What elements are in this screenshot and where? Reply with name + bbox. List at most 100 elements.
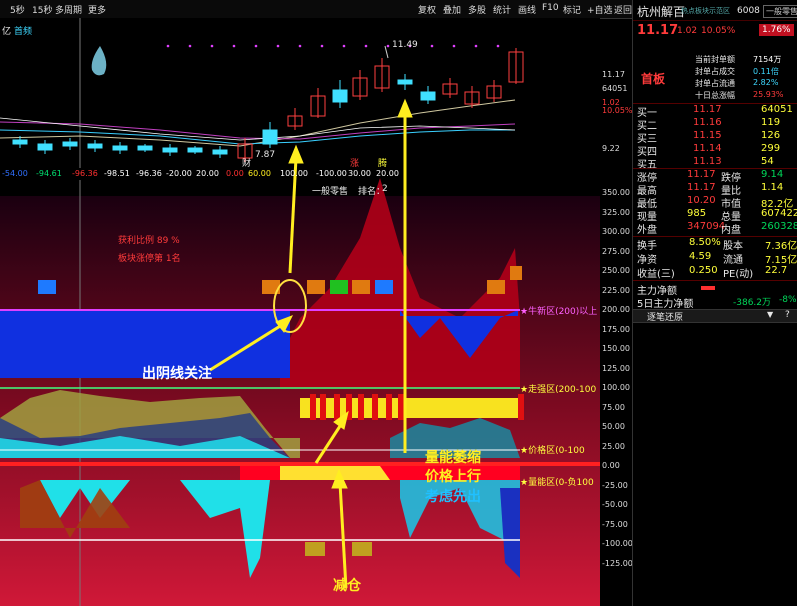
main-net5-value: -386.2万	[733, 298, 772, 308]
indicator-axis-label: 225.00	[602, 285, 630, 295]
indicator-value: -100.00	[316, 169, 347, 178]
seal-row-value: 7154万	[753, 55, 782, 64]
signal-dot	[166, 44, 170, 48]
red-stripe	[358, 394, 364, 420]
indicator-value: 100.00	[280, 169, 308, 178]
signal-dot	[188, 44, 192, 48]
toolbar-item-stats[interactable]: 统计	[493, 3, 511, 16]
toolbar-item-fuquan[interactable]: 复权	[418, 3, 436, 16]
stat-l1: 外盘	[637, 225, 657, 236]
candle-body	[162, 147, 178, 153]
toolbar-item-multi-stock[interactable]: 多股	[468, 3, 486, 16]
seal-row-label: 封单占流通	[695, 79, 735, 88]
help-icon[interactable]: ?	[785, 310, 790, 320]
toolbar-item-draw[interactable]: 画线	[518, 3, 536, 16]
toolbar-item-add-watch[interactable]: +自选	[587, 3, 613, 16]
stat2-l2: 股本	[723, 241, 743, 252]
seal-row-value: 25.93%	[753, 90, 784, 99]
signal-square-green	[330, 280, 348, 294]
collapse-icon[interactable]: ▼	[767, 310, 773, 319]
annotation-yin-line: 出阴线关注	[142, 366, 212, 382]
indicator-value: 20.00	[376, 169, 399, 178]
zone-label-new-high: ★牛新区(200)以上	[520, 307, 598, 317]
candle-body	[397, 79, 413, 85]
candle-body	[112, 145, 128, 151]
seal-row-value: 0.11倍	[753, 67, 779, 76]
red-line-zero	[0, 462, 600, 466]
marker-cai: 财	[242, 159, 252, 169]
indicator-axis-label: 0.00	[602, 461, 620, 470]
toolbar-item-15s[interactable]: 15秒	[32, 3, 52, 16]
yellow-bar-low	[280, 466, 390, 480]
zone-label-volume: ★量能区(0-负100	[520, 478, 594, 488]
stat2-v1: 4.59	[689, 251, 712, 262]
bid-vol: 119	[761, 117, 781, 128]
candle-body	[187, 147, 203, 153]
indicator-axis-label: 175.00	[602, 324, 630, 334]
price-axis-label: 11.17	[602, 70, 625, 79]
bid-vol: 54	[761, 156, 774, 167]
bid-price: 11.16	[693, 117, 722, 128]
industry-tag[interactable]: 一般零售	[763, 5, 797, 18]
indicator-axis-label: 350.00	[602, 188, 630, 197]
zone-label-strong: ★走强区(200-100	[520, 385, 597, 395]
bid-vol: 299	[761, 143, 781, 154]
price-axis-label: 64051	[602, 84, 628, 93]
red-stripe	[518, 394, 524, 420]
toolbar-item-f10[interactable]: F10	[542, 3, 559, 13]
toolbar-item-mark[interactable]: 标记	[563, 3, 581, 16]
seal-row-label: 当前封单额	[695, 55, 735, 64]
seal-row-value: 2.82%	[753, 78, 779, 87]
toolbar-item-overlay[interactable]: 叠加	[443, 3, 461, 16]
indicator-axis-label: -50.00	[602, 500, 628, 509]
annotation-price-up: 价格上行	[425, 469, 481, 485]
candle-body	[62, 141, 78, 147]
signal-dot	[210, 44, 214, 48]
indicator-axis-label: 100.00	[602, 383, 630, 392]
rank-value: 2	[382, 184, 388, 194]
signal-dot	[320, 44, 324, 48]
category-label: 一般零售	[312, 187, 349, 197]
indicator-axis-label: 300.00	[602, 227, 630, 236]
candle-body	[87, 143, 103, 149]
indicator-value: -96.36	[136, 169, 162, 178]
indicator-axis-label: -75.00	[602, 519, 628, 529]
red-stripe	[386, 394, 392, 420]
quote-panel: 杭州解百 热点板块示范区 6008 一般零售 11.17 1.02 10.05%…	[632, 0, 797, 606]
stat2-l1: 换手	[637, 241, 657, 252]
toolbar-item-multi-period[interactable]: 多周期	[55, 3, 82, 16]
price-axis: 11.17 64051 1.02 10.05% 9.22 350.00 325.00 300.…	[600, 18, 635, 606]
price-change: 1.02	[677, 26, 698, 36]
stat-l2: 内盘	[721, 225, 741, 236]
indicator-axis-label: 200.00	[602, 305, 630, 314]
indicator-axis-label: 50.00	[602, 422, 625, 431]
red-stripe	[334, 394, 340, 420]
stat-v2: 9.14	[761, 169, 784, 180]
seal-row-label: 十日总涨幅	[695, 91, 735, 100]
section-header[interactable]: 逐笔还原 ▼ ?	[633, 309, 797, 323]
signal-dot	[276, 44, 280, 48]
unit-label: 亿	[2, 27, 12, 37]
bid-price: 11.14	[693, 143, 722, 154]
gold-block-1	[305, 542, 325, 556]
panel-header: 杭州解百 热点板块示范区 6008 一般零售	[633, 0, 797, 21]
bid-price: 11.17	[693, 104, 722, 115]
sector-rank-note: 板块涨停第 1名	[118, 254, 181, 264]
indicator-value: -20.00	[166, 169, 192, 178]
stock-chart[interactable]	[0, 18, 600, 606]
toolbar-item-back[interactable]: 返回	[614, 3, 632, 16]
stat-v2: 260328	[761, 221, 797, 232]
candle-body	[137, 145, 153, 151]
indicator-value: -94.61	[36, 169, 62, 178]
toolbar-item-5s[interactable]: 5秒	[10, 3, 25, 16]
indicator-value: 60.00	[248, 169, 271, 178]
signal-dot	[430, 44, 434, 48]
seal-row-label: 封单占成交	[695, 67, 735, 76]
toolbar-item-more[interactable]: 更多	[88, 3, 106, 16]
marker-zhang: 涨	[350, 159, 360, 169]
stock-code: 6008	[737, 6, 760, 16]
indicator-value: 20.00	[196, 169, 219, 178]
stat-v2: 1.14	[761, 182, 784, 193]
profit-ratio-note: 获利比例 89 %	[118, 236, 180, 246]
signal-square-orange-2	[307, 280, 325, 294]
